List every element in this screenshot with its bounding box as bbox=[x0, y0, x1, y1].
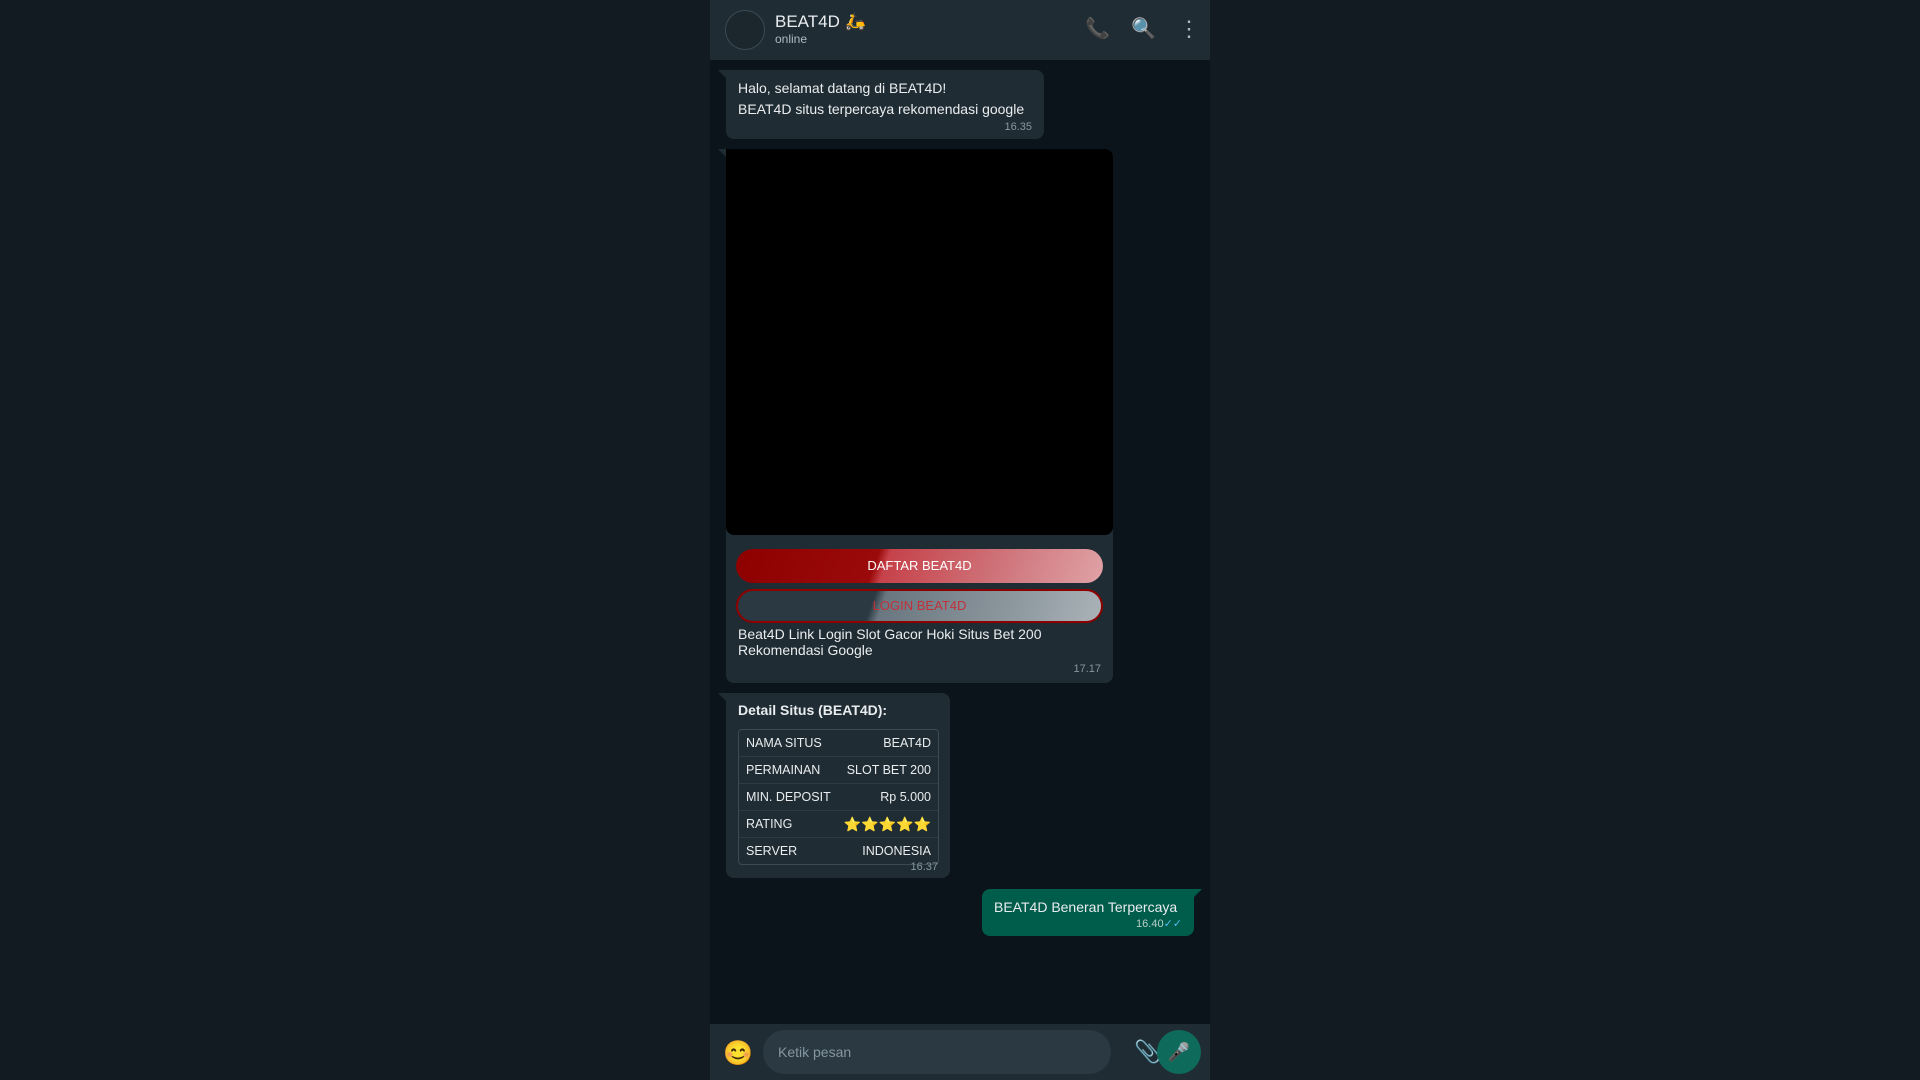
welcome-line-1: Halo, selamat datang di BEAT4D! bbox=[738, 80, 947, 96]
avatar[interactable] bbox=[725, 10, 765, 50]
row-key: NAMA SITUS bbox=[746, 736, 822, 750]
login-button[interactable]: LOGIN BEAT4D bbox=[736, 589, 1103, 623]
row-value: SLOT BET 200 bbox=[846, 763, 931, 777]
row-key: PERMAINAN bbox=[746, 763, 821, 777]
row-value: Rp 5.000 bbox=[880, 790, 931, 804]
chat-header: BEAT4D 🛵 online 📞 🔍 ⋮ bbox=[710, 0, 1210, 60]
table-row: RATING ⭐⭐⭐⭐⭐ bbox=[739, 811, 938, 838]
row-value: INDONESIA bbox=[862, 844, 931, 858]
table-row: SERVER INDONESIA bbox=[739, 838, 938, 864]
outgoing-message: BEAT4D Beneran Terpercaya 16.40✓✓ bbox=[982, 889, 1202, 936]
detail-message: Detail Situs (BEAT4D): NAMA SITUS BEAT4D… bbox=[718, 693, 950, 878]
table-row: PERMAINAN SLOT BET 200 bbox=[739, 757, 938, 784]
row-key: MIN. DEPOSIT bbox=[746, 790, 831, 804]
welcome-line-2: BEAT4D situs terpercaya rekomendasi goog… bbox=[738, 101, 1025, 117]
media-preview[interactable] bbox=[726, 149, 1113, 535]
message-input[interactable] bbox=[763, 1030, 1111, 1074]
media-caption: Beat4D Link Login Slot Gacor Hoki Situs … bbox=[738, 626, 1042, 658]
register-button[interactable]: DAFTAR BEAT4D bbox=[736, 549, 1103, 583]
row-key: SERVER bbox=[746, 844, 798, 858]
message-time: 16.40✓✓ bbox=[1136, 917, 1182, 930]
message-time: 16.35 bbox=[1004, 121, 1032, 133]
chat-status: online bbox=[775, 32, 808, 46]
row-key: RATING bbox=[746, 817, 793, 831]
read-ticks-icon: ✓✓ bbox=[1163, 918, 1182, 930]
kebab-menu-icon[interactable]: ⋮ bbox=[1178, 16, 1200, 42]
welcome-message: Halo, selamat datang di BEAT4D! BEAT4D s… bbox=[718, 70, 1044, 139]
microphone-icon[interactable]: 🎤 bbox=[1157, 1030, 1201, 1074]
outgoing-text: BEAT4D Beneran Terpercaya bbox=[994, 899, 1178, 915]
detail-table: NAMA SITUS BEAT4D PERMAINAN SLOT BET 200… bbox=[738, 729, 939, 865]
message-time: 17.17 bbox=[1073, 663, 1101, 675]
rating-stars: ⭐⭐⭐⭐⭐ bbox=[843, 815, 931, 832]
table-row: MIN. DEPOSIT Rp 5.000 bbox=[739, 784, 938, 811]
message-time: 16.37 bbox=[910, 861, 938, 873]
composer-bar: 😊 📎 🎤 bbox=[710, 1024, 1210, 1080]
phone-icon[interactable]: 📞 bbox=[1085, 16, 1110, 42]
chat-title[interactable]: BEAT4D 🛵 bbox=[775, 12, 866, 32]
search-icon[interactable]: 🔍 bbox=[1131, 16, 1156, 42]
chat-app: BEAT4D 🛵 online 📞 🔍 ⋮ Halo, selamat data… bbox=[710, 0, 1210, 1080]
detail-title: Detail Situs (BEAT4D): bbox=[738, 702, 888, 718]
emoji-icon[interactable]: 😊 bbox=[723, 1041, 753, 1067]
table-row: NAMA SITUS BEAT4D bbox=[739, 730, 938, 757]
row-value: BEAT4D bbox=[883, 736, 931, 750]
media-message: DAFTAR BEAT4D LOGIN BEAT4D Beat4D Link L… bbox=[718, 149, 1113, 683]
outgoing-time: 16.40 bbox=[1136, 918, 1164, 930]
